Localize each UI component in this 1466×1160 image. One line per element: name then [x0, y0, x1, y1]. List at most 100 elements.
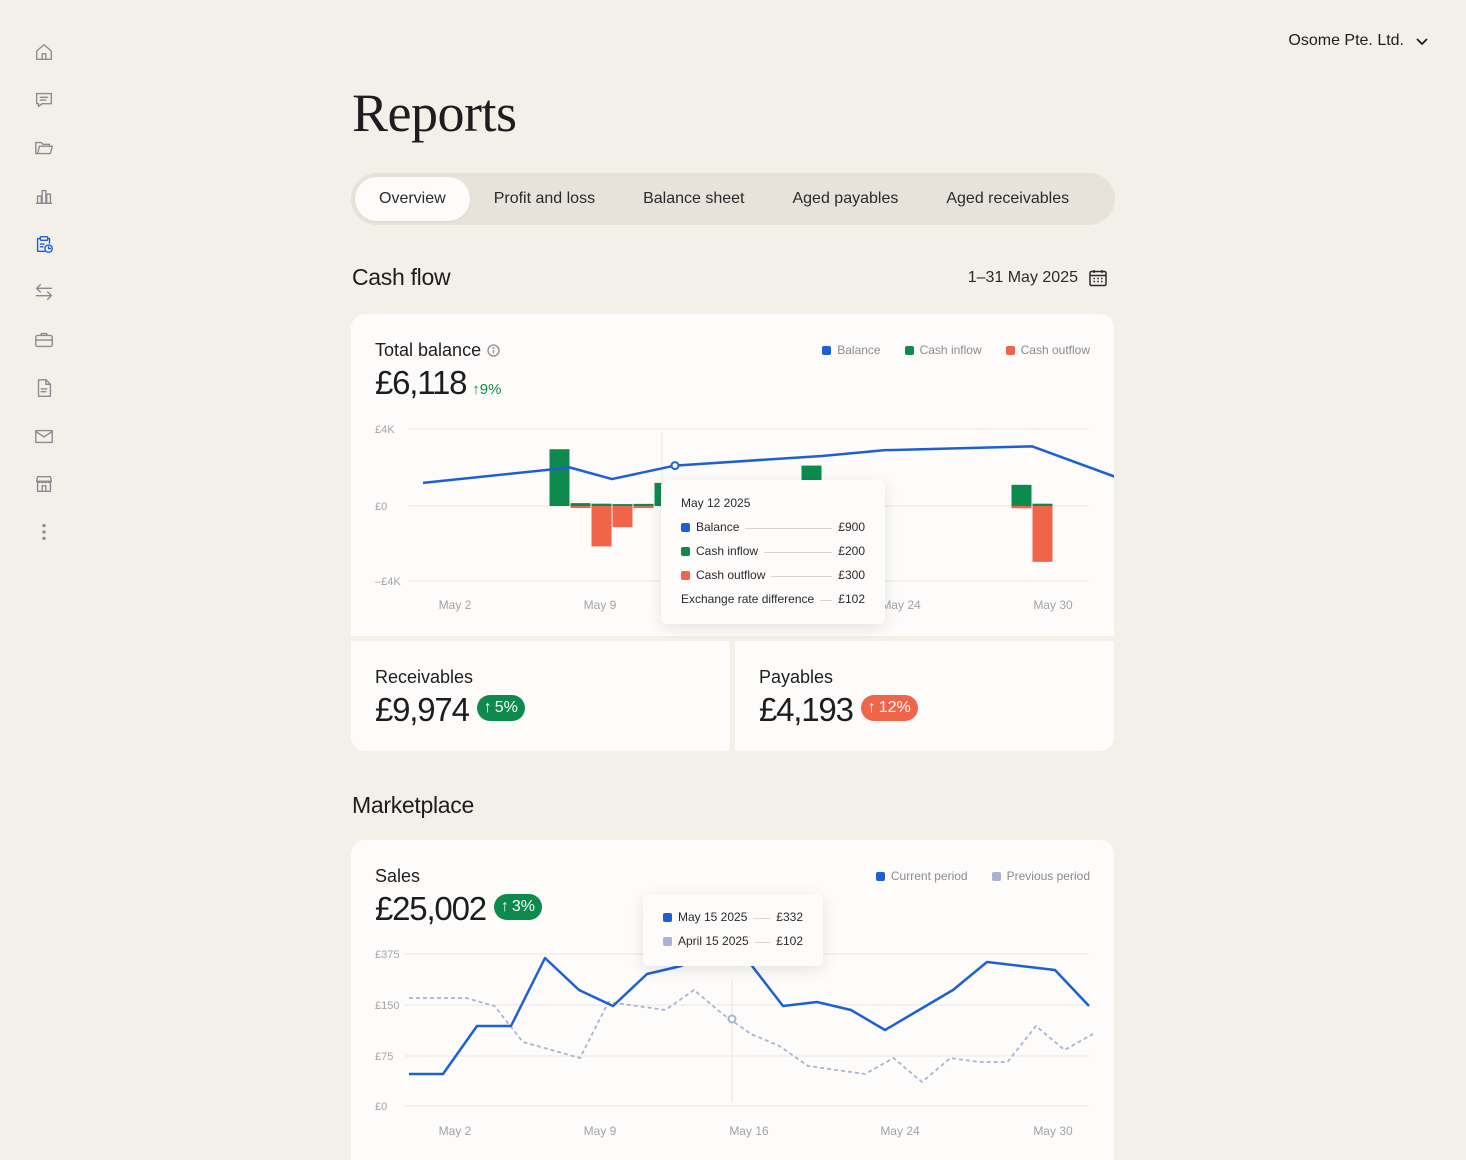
y-tick-label: £75	[375, 1051, 393, 1063]
payables-card[interactable]: Payables £4,193 ↑ 12%	[735, 641, 1114, 751]
tooltip-row-exchange: Exchange rate difference £102	[681, 592, 865, 606]
folder-icon[interactable]	[32, 136, 56, 160]
tooltip-label: Balance	[696, 520, 740, 534]
bar-chart-icon[interactable]	[32, 184, 56, 208]
cash-inflow-bar	[1011, 484, 1032, 506]
x-tick-label: May 9	[584, 598, 617, 612]
cash-inflow-bar	[633, 503, 654, 506]
calendar-icon	[1089, 270, 1107, 287]
cash-outflow-bar	[1032, 506, 1053, 562]
cash-outflow-bar	[633, 506, 654, 508]
tooltip-label: Cash outflow	[696, 568, 766, 582]
payables-value-wrap: £4,193 ↑ 12%	[759, 691, 918, 729]
y-tick-label: £4K	[375, 424, 395, 436]
receivables-card[interactable]: Receivables £9,974 ↑ 5%	[351, 641, 730, 751]
balance-line	[422, 445, 1114, 485]
x-tick-label: May 30	[1033, 1124, 1073, 1138]
sales-chart: £375 £150 £75 £0 May 2 May 9 May 16 May 24 May 3…	[375, 944, 1094, 1138]
previous-highlight-point	[727, 1014, 737, 1024]
total-balance-card: Total balance £6,118 ↑9% Balance Cash inf…	[351, 314, 1114, 636]
payables-label: Payables	[759, 667, 834, 687]
receivables-change: 5%	[494, 699, 518, 717]
x-tick-label: May 2	[439, 1124, 472, 1138]
previous-swatch	[663, 936, 672, 946]
tooltip-value: £300	[838, 568, 865, 582]
marketplace-heading: Marketplace	[352, 792, 474, 818]
y-tick-label: £150	[375, 1000, 399, 1012]
balance-swatch	[681, 522, 690, 532]
cash-inflow-bar	[570, 503, 591, 506]
payables-value: £4,193	[759, 691, 854, 728]
receivables-value: £9,974	[375, 691, 470, 728]
date-range-picker[interactable]: 1–31 May 2025	[968, 268, 1108, 288]
inflow-swatch	[681, 546, 690, 556]
store-icon[interactable]	[32, 472, 56, 496]
tooltip-row-balance: Balance £900	[681, 520, 865, 534]
sales-tooltip: May 15 2025 £332 April 15 2025 £102	[643, 894, 823, 966]
tooltip-value: £102	[776, 934, 803, 948]
cash-flow-tooltip: May 12 2025 Balance £900 Cash inflow £200 …	[661, 480, 885, 624]
tooltip-row-previous: April 15 2025 £102	[663, 934, 803, 948]
transfer-arrows-icon[interactable]	[32, 280, 56, 304]
organization-selector[interactable]: Osome Pte. Ltd.	[1288, 32, 1430, 50]
arrow-up-icon: ↑	[867, 699, 876, 717]
organization-name: Osome Pte. Ltd.	[1288, 32, 1404, 49]
cash-outflow-bar	[612, 506, 633, 528]
arrow-up-icon: ↑	[483, 699, 492, 717]
tooltip-value: £332	[776, 910, 803, 924]
current-period-line	[409, 948, 1090, 1076]
cash-outflow-bar	[570, 506, 591, 508]
tooltip-label: Cash inflow	[696, 544, 759, 558]
tooltip-row-outflow: Cash outflow £300	[681, 568, 865, 582]
payables-change: 12%	[878, 699, 911, 717]
cash-inflow-bar	[591, 503, 612, 506]
tooltip-label: May 15 2025	[678, 910, 748, 924]
y-tick-label: £0	[375, 1101, 387, 1113]
home-icon[interactable]	[32, 40, 56, 64]
tooltip-label: Exchange rate difference	[681, 592, 815, 606]
document-icon[interactable]	[32, 376, 56, 400]
x-tick-label: May 24	[880, 1124, 920, 1138]
tooltip-value: £102	[838, 592, 865, 606]
tab-aged-receivables[interactable]: Aged receivables	[922, 177, 1093, 221]
briefcase-icon[interactable]	[32, 328, 56, 352]
tooltip-value: £900	[838, 520, 865, 534]
date-range-text: 1–31 May 2025	[967, 269, 1078, 286]
tooltip-label: April 15 2025	[678, 934, 749, 948]
tooltip-row-current: May 15 2025 £332	[663, 910, 803, 924]
tooltip-value: £200	[838, 544, 865, 558]
more-vertical-icon[interactable]	[32, 520, 56, 544]
tab-aged-payables[interactable]: Aged payables	[768, 177, 922, 221]
receivables-change-badge: ↑ 5%	[476, 695, 525, 722]
cash-inflow-bar	[612, 504, 633, 507]
sidebar	[0, 0, 88, 1151]
chat-icon[interactable]	[32, 88, 56, 112]
y-tick-label: £0	[375, 501, 387, 513]
tooltip-date: May 12 2025	[681, 496, 751, 510]
cash-inflow-bar	[549, 449, 570, 506]
tab-overview[interactable]: Overview	[355, 177, 470, 221]
receivables-label: Receivables	[375, 667, 474, 687]
outflow-swatch	[681, 570, 690, 580]
cash-flow-heading: Cash flow	[352, 264, 451, 290]
tab-balance-sheet[interactable]: Balance sheet	[619, 177, 768, 221]
tab-profit-and-loss[interactable]: Profit and loss	[470, 177, 619, 221]
x-tick-label: May 16	[729, 1124, 769, 1138]
mail-icon[interactable]	[32, 424, 56, 448]
reports-clipboard-icon[interactable]	[32, 232, 56, 256]
cash-outflow-bar	[1011, 506, 1032, 509]
x-tick-label: May 24	[881, 598, 921, 612]
previous-period-line	[409, 988, 1094, 1084]
cash-outflow-bar	[591, 506, 612, 547]
x-tick-label: May 9	[584, 1124, 617, 1138]
y-tick-label: £375	[375, 949, 399, 961]
page-title: Reports	[352, 83, 517, 143]
sales-card: Sales £25,002 ↑ 3% Current period Previous…	[351, 840, 1114, 1160]
receivables-value-wrap: £9,974 ↑ 5%	[375, 691, 525, 729]
chevron-down-icon	[1416, 38, 1428, 46]
tooltip-row-inflow: Cash inflow £200	[681, 544, 865, 558]
y-tick-label: –£4K	[375, 576, 401, 588]
cash-inflow-bar	[1032, 503, 1053, 506]
x-tick-label: May 2	[439, 598, 472, 612]
payables-change-badge: ↑ 12%	[860, 695, 918, 722]
